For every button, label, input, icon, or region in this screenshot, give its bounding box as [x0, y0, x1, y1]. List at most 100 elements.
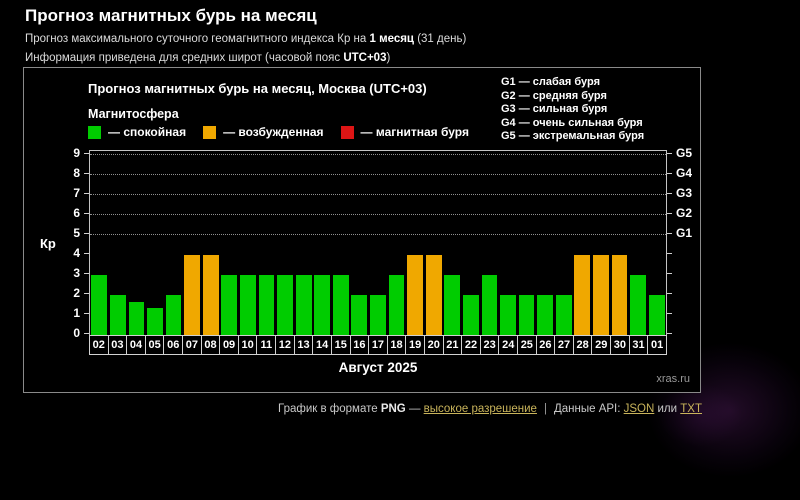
day-label: 14	[312, 335, 332, 355]
bar-slot	[127, 151, 146, 335]
txt-link[interactable]: TXT	[680, 403, 702, 415]
gridline-kp5	[90, 234, 666, 235]
y-tick-label: 0	[24, 326, 80, 340]
bar-slot	[517, 151, 536, 335]
bar-slot	[257, 151, 276, 335]
kp-bar-day-23	[482, 275, 498, 335]
legend-item-storm: — магнитная буря	[341, 125, 469, 139]
day-label: 03	[108, 335, 128, 355]
bar-slot	[610, 151, 629, 335]
y-tick-left	[84, 313, 89, 314]
kp-bar-day-30	[612, 255, 628, 335]
y-tick-label: 9	[24, 146, 80, 160]
kp-bar-day-04	[129, 302, 145, 335]
bar-slot	[592, 151, 611, 335]
bar-slot	[499, 151, 518, 335]
gridline-kp8	[90, 174, 666, 175]
day-label: 05	[145, 335, 165, 355]
y-tick-right	[667, 313, 672, 314]
storm-scale-line: G3 — сильная буря	[501, 103, 644, 117]
json-link[interactable]: JSON	[624, 403, 655, 415]
y-tick-right	[667, 233, 672, 234]
day-label: 13	[294, 335, 314, 355]
subtitle-text: (31 день)	[414, 33, 466, 45]
kp-bar-day-11	[259, 275, 275, 335]
kp-bar-day-25	[519, 295, 535, 335]
day-label: 10	[238, 335, 258, 355]
kp-bar-day-17	[370, 295, 386, 335]
day-label: 28	[573, 335, 593, 355]
y-tick-left	[84, 193, 89, 194]
y-tick-right	[667, 173, 672, 174]
subtitle-bold: UTC+03	[343, 52, 386, 64]
storm-scale-line: G4 — очень сильная буря	[501, 117, 644, 131]
right-axis-label-g2: G2	[676, 206, 692, 220]
legend-item-excited: — возбужденная	[203, 125, 323, 139]
legend-title: Магнитосфера	[88, 107, 179, 121]
day-label: 04	[126, 335, 146, 355]
day-label: 22	[461, 335, 481, 355]
kp-bar-day-02	[91, 275, 107, 335]
y-tick-left	[84, 153, 89, 154]
x-axis-title: Август 2025	[89, 360, 667, 375]
footer: График в формате PNG — высокое разрешени…	[0, 403, 702, 415]
bar-slot	[294, 151, 313, 335]
kp-bar-day-21	[444, 275, 460, 335]
kp-bar-day-16	[351, 295, 367, 335]
high-resolution-link[interactable]: высокое разрешение	[424, 403, 537, 415]
y-tick-left	[84, 293, 89, 294]
y-tick-right	[667, 253, 672, 254]
kp-bar-day-26	[537, 295, 553, 335]
day-label: 31	[629, 335, 649, 355]
bar-slot	[462, 151, 481, 335]
kp-bar-day-12	[277, 275, 293, 335]
day-label: 12	[275, 335, 295, 355]
kp-bar-day-15	[333, 275, 349, 335]
bar-slot	[109, 151, 128, 335]
day-label: 07	[182, 335, 202, 355]
bar-slot	[164, 151, 183, 335]
kp-bar-day-03	[110, 295, 126, 335]
day-label: 18	[387, 335, 407, 355]
kp-bar-day-28	[574, 255, 590, 335]
y-tick-label: 6	[24, 206, 80, 220]
bar-slot	[313, 151, 332, 335]
day-label: 06	[163, 335, 183, 355]
excited-color-swatch	[203, 126, 216, 139]
x-axis-day-labels: 0203040506070809101112131415161718192021…	[89, 335, 667, 355]
plot-area	[89, 150, 667, 336]
day-label: 23	[480, 335, 500, 355]
bars	[90, 151, 666, 335]
footer-separator: |	[544, 403, 547, 415]
y-tick-right	[667, 273, 672, 274]
y-tick-right	[667, 193, 672, 194]
kp-bar-day-22	[463, 295, 479, 335]
day-label: 26	[536, 335, 556, 355]
kp-bar-day-07	[184, 255, 200, 335]
footer-text: или	[654, 403, 680, 415]
storm-scale-line: G2 — средняя буря	[501, 90, 644, 104]
right-axis-label-g3: G3	[676, 186, 692, 200]
kp-bar-day-27	[556, 295, 572, 335]
y-tick-label: 2	[24, 286, 80, 300]
bar-slot	[554, 151, 573, 335]
day-label: 19	[405, 335, 425, 355]
right-axis-label-g1: G1	[676, 226, 692, 240]
legend-item-quiet: — спокойная	[88, 125, 186, 139]
day-label: 16	[350, 335, 370, 355]
y-tick-left	[84, 233, 89, 234]
bar-slot	[424, 151, 443, 335]
y-tick-right	[667, 293, 672, 294]
bar-slot	[629, 151, 648, 335]
day-label: 09	[219, 335, 239, 355]
day-label: 21	[443, 335, 463, 355]
y-tick-label: 4	[24, 246, 80, 260]
day-label: 11	[256, 335, 276, 355]
bar-slot	[90, 151, 109, 335]
page-subtitle-1: Прогноз максимального суточного геомагни…	[25, 33, 466, 45]
bar-slot	[183, 151, 202, 335]
day-label: 17	[368, 335, 388, 355]
legend-label: — возбужденная	[223, 125, 323, 139]
kp-bar-day-01	[649, 295, 665, 335]
day-label: 20	[424, 335, 444, 355]
